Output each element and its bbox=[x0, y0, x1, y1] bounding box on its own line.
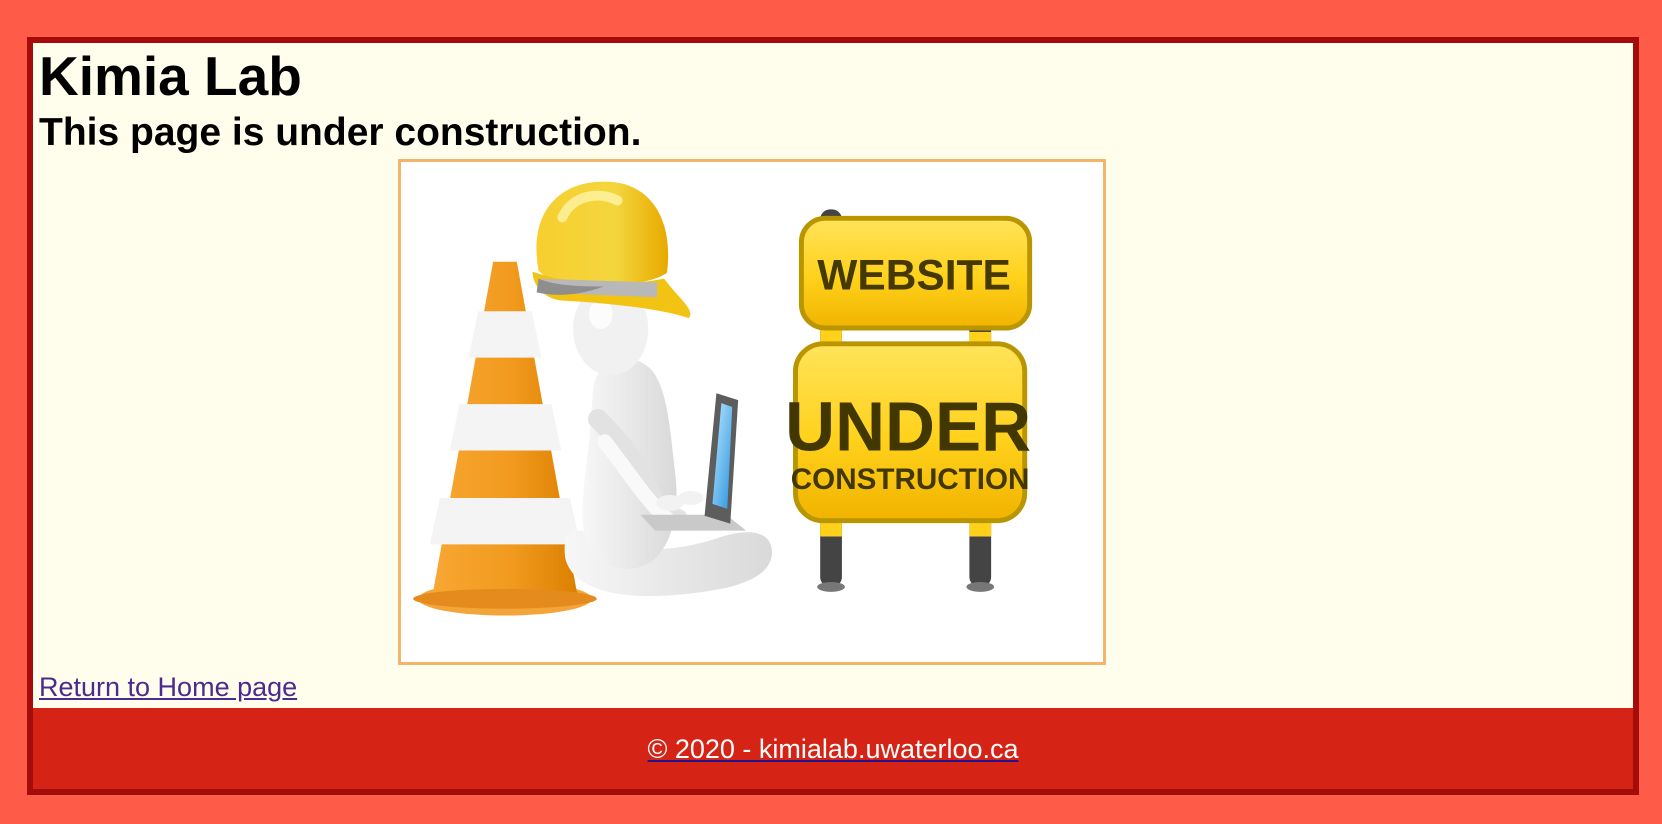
sign-text-construction: CONSTRUCTION bbox=[791, 463, 1030, 496]
footer-copyright-link[interactable]: © 2020 - kimialab.uwaterloo.ca bbox=[33, 736, 1633, 763]
sign-text-website: WEBSITE bbox=[817, 252, 1011, 299]
under-construction-image: WEBSITE UNDER CONSTRUCTION bbox=[398, 159, 1106, 665]
return-home-link[interactable]: Return to Home page bbox=[39, 672, 297, 703]
main-content: Kimia Lab This page is under constructio… bbox=[33, 43, 1633, 708]
construction-illustration: WEBSITE UNDER CONSTRUCTION bbox=[413, 181, 1033, 616]
page-frame: Kimia Lab This page is under constructio… bbox=[27, 37, 1639, 795]
site-title: Kimia Lab bbox=[39, 45, 302, 107]
sign-text-under: UNDER bbox=[785, 388, 1031, 466]
footer: © 2020 - kimialab.uwaterloo.ca bbox=[33, 708, 1633, 789]
footer-copyright-text: © 2020 - kimialab.uwaterloo.ca bbox=[647, 734, 1019, 764]
page-headline: This page is under construction. bbox=[39, 111, 642, 154]
